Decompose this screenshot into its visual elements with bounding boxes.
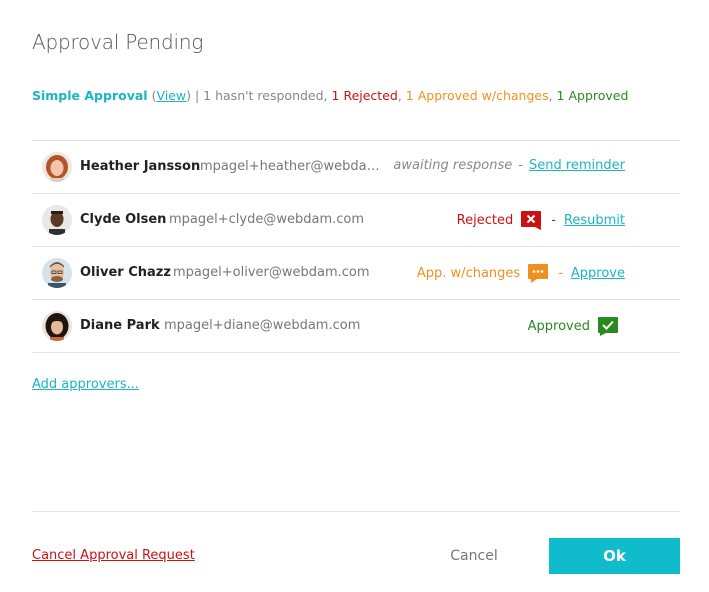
cancel-approval-request-link[interactable]: Cancel Approval Request <box>32 548 195 563</box>
status-text: App. w/changes <box>416 266 521 281</box>
approver-name: Diane Park <box>80 318 160 333</box>
ok-button[interactable]: Ok <box>549 538 680 574</box>
approver-status: App. w/changes - Approve <box>417 264 625 283</box>
view-workflow-link[interactable]: View <box>156 88 186 103</box>
status-text: awaiting response <box>393 158 513 173</box>
summary-comma: , <box>397 88 406 103</box>
summary-not-responded: 1 hasn't responded, <box>203 88 332 103</box>
avatar <box>42 205 72 235</box>
approver-row: Heather Jansson mpagel+heather@webdam.co… <box>32 141 680 194</box>
approver-row: Clyde Olsen mpagel+clyde@webdam.com Reje… <box>32 194 680 247</box>
avatar <box>42 258 72 288</box>
approver-row: Oliver Chazz mpagel+oliver@webdam.com Ap… <box>32 247 680 300</box>
approver-email: mpagel+oliver@webdam.com <box>173 265 370 280</box>
add-approvers-link[interactable]: Add approvers... <box>32 377 139 392</box>
footer-divider <box>32 511 680 512</box>
x-icon <box>521 211 543 230</box>
cancel-button[interactable]: Cancel <box>440 538 508 574</box>
avatar <box>42 152 72 182</box>
workflow-name: Simple Approval <box>32 88 148 103</box>
resubmit-link[interactable]: Resubmit <box>564 213 625 228</box>
summary-approved: 1 Approved <box>556 88 629 103</box>
avatar <box>42 311 72 341</box>
approver-email: mpagel+heather@webdam.com <box>200 159 386 174</box>
approver-name: Clyde Olsen <box>80 212 167 227</box>
send-reminder-link[interactable]: Send reminder <box>529 158 625 173</box>
approver-email: mpagel+diane@webdam.com <box>164 318 361 333</box>
approver-status: Rejected - Resubmit <box>457 211 625 230</box>
approver-email: mpagel+clyde@webdam.com <box>169 212 364 227</box>
summary-comma: , <box>548 88 557 103</box>
approver-name: Oliver Chazz <box>80 265 171 280</box>
summary-separator: ) | <box>186 88 204 103</box>
status-text: Approved <box>527 319 590 334</box>
comment-icon <box>528 264 550 283</box>
approver-status: awaiting response - Send reminder <box>393 158 625 173</box>
status-text: Rejected <box>456 213 514 228</box>
dialog-title: Approval Pending <box>32 30 204 54</box>
approver-name: Heather Jansson <box>80 159 201 174</box>
summary-approved-changes: 1 Approved w/changes <box>405 88 549 103</box>
approve-link[interactable]: Approve <box>571 266 625 281</box>
approvers-list: Heather Jansson mpagel+heather@webdam.co… <box>32 140 680 353</box>
status-separator: - <box>551 213 556 228</box>
approver-row: Diane Park mpagel+diane@webdam.com Appro… <box>32 300 680 353</box>
approver-status: Approved <box>528 317 620 336</box>
summary-rejected: 1 Rejected <box>331 88 398 103</box>
status-separator: - <box>518 158 523 173</box>
approval-summary: Simple Approval (View) | 1 hasn't respon… <box>32 88 628 103</box>
status-separator: - <box>558 266 563 281</box>
check-icon <box>598 317 620 336</box>
